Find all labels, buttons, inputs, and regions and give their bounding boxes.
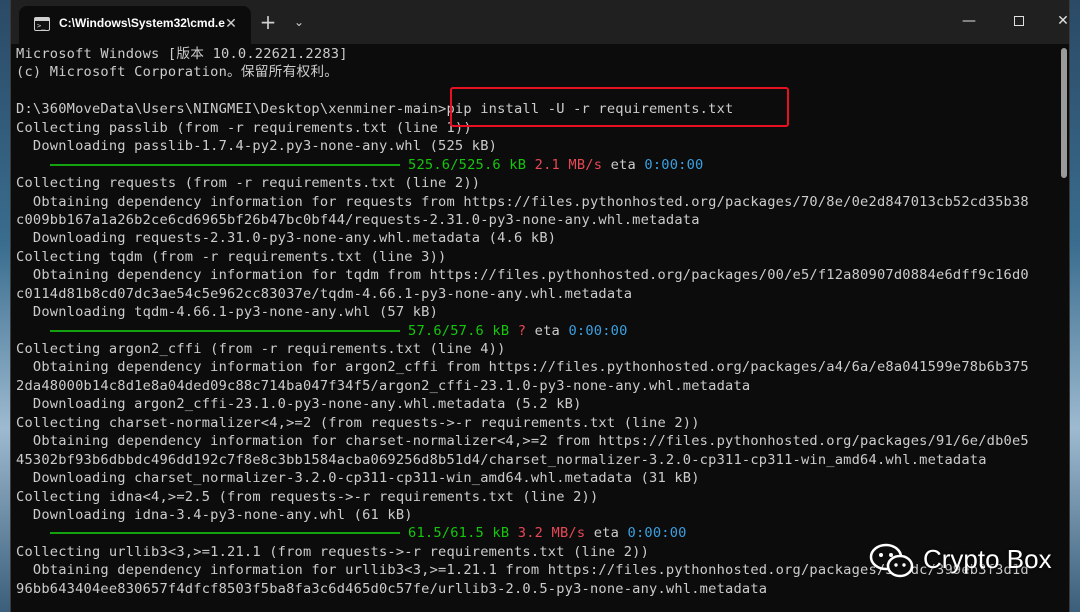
watermark-text: Crypto Box [923,544,1052,574]
progress-speed: 2.1 MB/s [534,156,603,173]
terminal-line: c009bb167a1a26b2ce6cd6965bf26b47bc0bf44/… [16,211,700,228]
progress-size: 61.5/61.5 kB [408,525,510,542]
wechat-icon [869,543,914,578]
progress-bar [50,163,400,166]
progress-speed: ? [517,322,527,339]
terminal-line: Collecting tqdm (from -r requirements.tx… [16,248,447,265]
terminal-line: Downloading passlib-1.7.4-py2.py3-none-a… [16,138,498,155]
terminal-line: Downloading argon2_cffi-23.1.0-py3-none-… [16,396,582,413]
close-window-button[interactable]: ✕ [1043,8,1080,34]
maximize-button[interactable] [999,8,1039,34]
command-highlight-box [450,87,789,127]
tab-close-icon[interactable]: ✕ [221,14,241,34]
progress-eta-label: eta [593,525,620,542]
tab-title: C:\Windows\System32\cmd.e [59,16,225,30]
progress-eta-label: eta [610,156,636,173]
scrollbar-thumb[interactable] [1061,48,1067,178]
new-tab-button[interactable]: + [258,12,278,32]
title-bar: >_ C:\Windows\System32\cmd.e ✕ + ⌄ — ✕ [11,0,1069,44]
cmd-icon: >_ [34,17,50,31]
maximize-icon [1014,16,1024,26]
terminal-line: Collecting idna<4,>=2.5 (from requests->… [16,488,599,505]
terminal-line: 2da48000b14c8d1e8a04ded09c88c714ba047f34… [16,377,751,394]
terminal-line: Downloading requests-2.31.0-py3-none-any… [16,230,557,247]
terminal-line: Obtaining dependency information for cha… [16,433,1029,450]
progress-line: 57.6/57.6 kB ? eta 0:00:00 [16,322,1056,340]
minimize-button[interactable]: — [949,8,989,34]
terminal-line: Collecting charset-normalizer<4,>=2 (fro… [16,414,700,431]
terminal-line: Obtaining dependency information for req… [16,193,1029,210]
watermark: Crypto Box [869,540,1069,584]
progress-bar [50,329,400,332]
progress-eta: 0:00:00 [644,156,704,173]
terminal-line: Obtaining dependency information for arg… [16,359,1029,376]
progress-size: 57.6/57.6 kB [408,322,510,339]
terminal-line: Obtaining dependency information for tqd… [16,267,1029,284]
progress-bar [50,532,400,535]
progress-speed: 3.2 MB/s [517,525,586,542]
terminal-line: (c) Microsoft Corporation。保留所有权利。 [16,64,339,81]
terminal-line: 45302bf93b6dbbdc496dd192c7f8e8c3bb1584ac… [16,451,987,468]
terminal-line: Microsoft Windows [版本 10.0.22621.2283] [16,46,348,62]
progress-eta: 0:00:00 [627,525,687,542]
terminal-window: >_ C:\Windows\System32\cmd.e ✕ + ⌄ — ✕ M… [10,0,1070,612]
progress-eta-label: eta [534,322,560,339]
terminal-line: Downloading idna-3.4-py3-none-any.whl (6… [16,506,413,523]
progress-eta: 0:00:00 [568,322,628,339]
terminal-line: c0114d81b8cd07dc3ae54c5e962cc83037e/tqdm… [16,285,633,302]
progress-size: 525.6/525.6 kB [408,156,527,173]
terminal-output[interactable]: Microsoft Windows [版本 10.0.22621.2283] (c… [16,45,1056,612]
terminal-line: Collecting requests (from -r requirement… [16,175,481,192]
terminal-line: Collecting argon2_cffi (from -r requirem… [16,341,506,357]
tab-cmd[interactable]: >_ C:\Windows\System32\cmd.e ✕ [19,6,251,44]
progress-line: 525.6/525.6 kB 2.1 MB/s eta 0:00:00 [16,156,1056,174]
tab-dropdown-button[interactable]: ⌄ [289,12,309,32]
terminal-line: Downloading tqdm-4.66.1-py3-none-any.whl… [16,304,439,321]
terminal-line: Downloading charset_normalizer-3.2.0-cp3… [16,470,700,487]
